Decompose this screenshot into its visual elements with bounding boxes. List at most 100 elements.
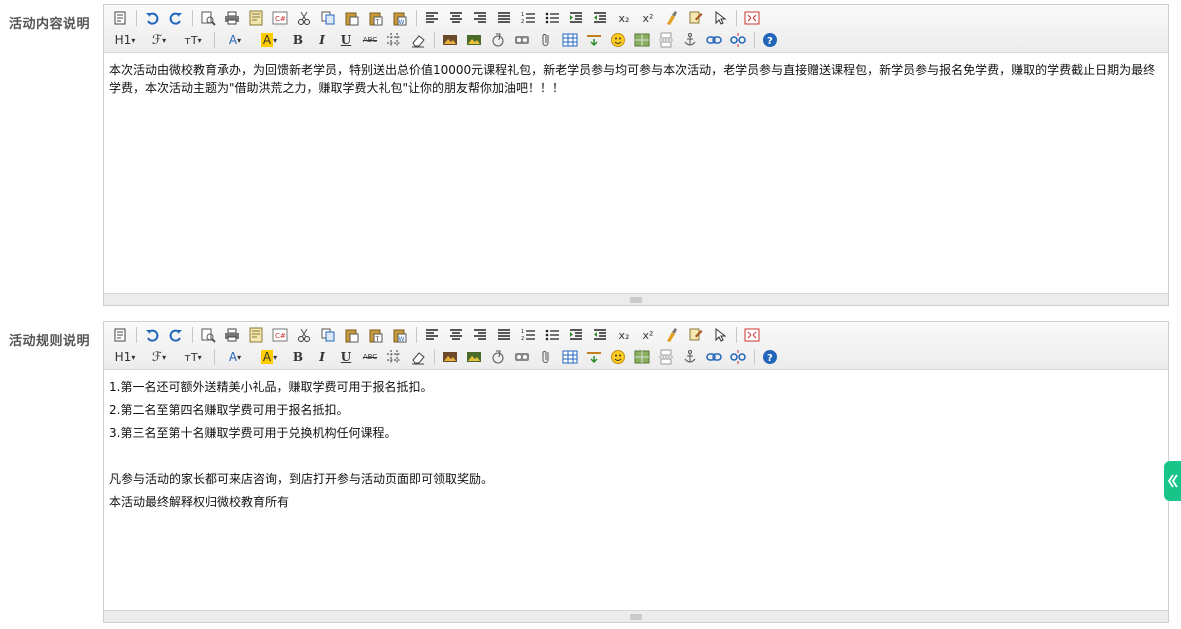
subscript-icon[interactable]: x₂ [614,8,634,28]
bold-icon[interactable]: B [288,347,308,367]
media-icon[interactable] [512,30,532,50]
font-color-icon[interactable]: A ▾ [220,30,250,50]
cut-icon[interactable] [294,325,314,345]
line-height-icon[interactable] [384,30,404,50]
unlink-icon[interactable] [728,30,748,50]
align-left-icon[interactable] [422,8,442,28]
font-family-icon[interactable]: ℱ ▾ [144,30,174,50]
pagebreak-icon[interactable] [656,30,676,50]
select-all-icon[interactable] [686,8,706,28]
paste-word-icon[interactable]: W [390,8,410,28]
anchor-icon[interactable] [680,347,700,367]
source-icon[interactable] [110,325,130,345]
underline-icon[interactable]: U [336,347,356,367]
image-icon[interactable] [440,347,460,367]
justify-icon[interactable] [494,325,514,345]
font-size-icon[interactable]: тT ▾ [178,347,208,367]
media-icon[interactable] [512,347,532,367]
help-icon[interactable]: ? [760,347,780,367]
clear-format-icon[interactable] [662,8,682,28]
align-center-icon[interactable] [446,325,466,345]
hr-icon[interactable] [584,30,604,50]
superscript-icon[interactable]: x² [638,325,658,345]
heading-icon[interactable]: H1 ▾ [110,30,140,50]
ordered-list-icon[interactable]: 12 [518,8,538,28]
heading-icon[interactable]: H1 ▾ [110,347,140,367]
ordered-list-icon[interactable]: 12 [518,325,538,345]
paste-text-icon[interactable]: T [366,8,386,28]
align-right-icon[interactable] [470,325,490,345]
side-panel-toggle[interactable] [1164,461,1181,501]
cut-icon[interactable] [294,8,314,28]
underline-icon[interactable]: U [336,30,356,50]
hr-icon[interactable] [584,347,604,367]
emoticon-icon[interactable] [608,347,628,367]
undo-icon[interactable] [142,325,162,345]
attachment-icon[interactable] [536,30,556,50]
font-family-icon[interactable]: ℱ ▾ [144,347,174,367]
italic-icon[interactable]: I [312,30,332,50]
print-icon[interactable] [222,325,242,345]
eraser-icon[interactable] [408,30,428,50]
font-color-icon[interactable]: A ▾ [220,347,250,367]
unordered-list-icon[interactable] [542,8,562,28]
outdent-icon[interactable] [590,325,610,345]
preview-icon[interactable] [198,8,218,28]
cursor-icon[interactable] [710,8,730,28]
subscript-icon[interactable]: x₂ [614,325,634,345]
paste-text-icon[interactable]: T [366,325,386,345]
redo-icon[interactable] [166,325,186,345]
fullscreen-icon[interactable] [742,325,762,345]
pagebreak-icon[interactable] [656,347,676,367]
highlight-icon[interactable]: A ▾ [254,30,284,50]
map-icon[interactable] [632,347,652,367]
multi-image-icon[interactable] [464,347,484,367]
outdent-icon[interactable] [590,8,610,28]
table-icon[interactable] [560,347,580,367]
preview-icon[interactable] [198,325,218,345]
multi-image-icon[interactable] [464,30,484,50]
strikethrough-icon[interactable]: ABC [360,30,380,50]
italic-icon[interactable]: I [312,347,332,367]
image-icon[interactable] [440,30,460,50]
paste-icon[interactable] [342,8,362,28]
redo-icon[interactable] [166,8,186,28]
indent-icon[interactable] [566,8,586,28]
highlight-icon[interactable]: A ▾ [254,347,284,367]
bold-icon[interactable]: B [288,30,308,50]
align-left-icon[interactable] [422,325,442,345]
anchor-icon[interactable] [680,30,700,50]
link-icon[interactable] [704,30,724,50]
editor-content-area[interactable]: 1.第一名还可额外送精美小礼品，赚取学费可用于报名抵扣。 2.第二名至第四名赚取… [104,370,1168,524]
table-icon[interactable] [560,30,580,50]
eraser-icon[interactable] [408,347,428,367]
print-icon[interactable] [222,8,242,28]
flash-icon[interactable] [488,30,508,50]
clear-format-icon[interactable] [662,325,682,345]
resize-handle[interactable] [104,610,1168,622]
help-icon[interactable]: ? [760,30,780,50]
justify-icon[interactable] [494,8,514,28]
template-icon[interactable] [246,325,266,345]
flash-icon[interactable] [488,347,508,367]
code-icon[interactable]: C# [270,325,290,345]
emoticon-icon[interactable] [608,30,628,50]
font-size-icon[interactable]: тT ▾ [178,30,208,50]
source-icon[interactable] [110,8,130,28]
template-icon[interactable] [246,8,266,28]
unordered-list-icon[interactable] [542,325,562,345]
resize-handle[interactable] [104,293,1168,305]
indent-icon[interactable] [566,325,586,345]
code-icon[interactable]: C# [270,8,290,28]
strikethrough-icon[interactable]: ABC [360,347,380,367]
undo-icon[interactable] [142,8,162,28]
align-center-icon[interactable] [446,8,466,28]
cursor-icon[interactable] [710,325,730,345]
fullscreen-icon[interactable] [742,8,762,28]
line-height-icon[interactable] [384,347,404,367]
link-icon[interactable] [704,347,724,367]
superscript-icon[interactable]: x² [638,8,658,28]
copy-icon[interactable] [318,8,338,28]
editor-content-area[interactable]: 本次活动由微校教育承办，为回馈新老学员，特别送出总价值10000元课程礼包，新老… [104,53,1168,110]
align-right-icon[interactable] [470,8,490,28]
